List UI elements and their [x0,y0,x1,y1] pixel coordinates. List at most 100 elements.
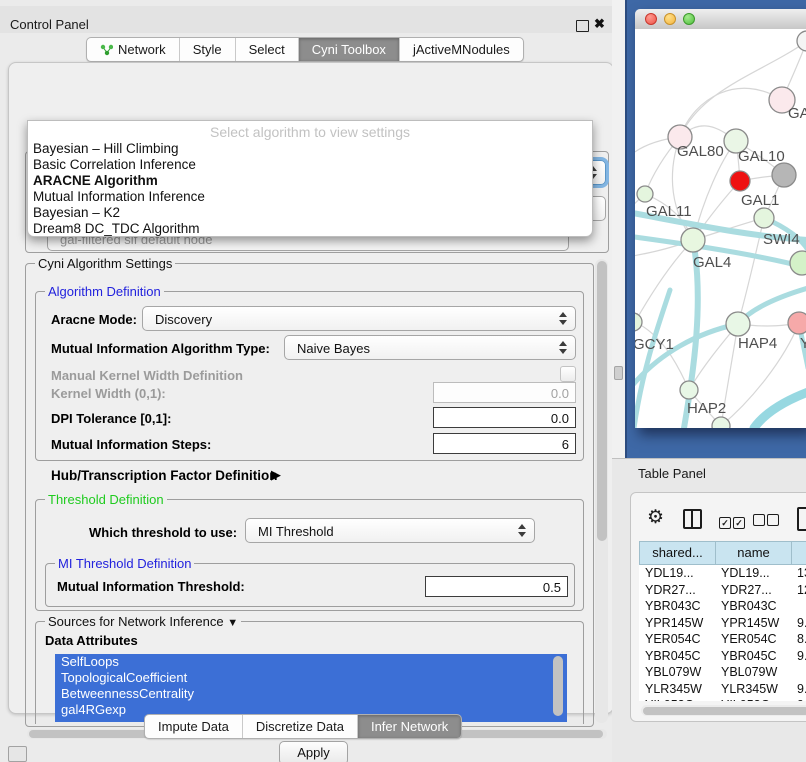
node-hap4[interactable] [726,312,750,336]
node-label-y: Y [800,335,806,352]
mi-steps-label: Mutual Information Steps: [51,437,211,452]
network-window-titlebar[interactable] [635,9,806,30]
attr-list-scrollbar[interactable] [552,655,564,721]
columns-icon[interactable] [683,509,702,529]
close-icon[interactable]: ✖ [594,16,605,32]
table-row[interactable]: YER054CYER054C8. [639,631,806,648]
node-label-swi4: SWI4 [763,231,800,248]
manual-kernel-label: Manual Kernel Width Definition [51,368,243,383]
tab-infer-network[interactable]: Infer Network [358,715,461,738]
mi-steps-field[interactable]: 6 [433,433,576,454]
table-row[interactable]: YDL19...YDL19...13 [639,565,806,582]
algorithm-item-dream8-dc-tdc-algorithm[interactable]: Dream8 DC_TDC Algorithm [33,221,200,236]
table-cell: 9. [791,681,806,698]
table-panel-title: Table Panel [638,466,706,481]
node-unlabeled[interactable] [730,171,750,191]
node-gal1[interactable] [754,208,774,228]
minimize-traffic-light-icon[interactable] [664,13,676,25]
tab-select[interactable]: Select [236,38,299,61]
node-gal11[interactable] [637,186,653,202]
settings-vertical-scrollbar[interactable] [595,259,608,723]
manual-kernel-checkbox[interactable] [560,366,576,382]
algorithm-item-aracne-algorithm[interactable]: ARACNE Algorithm [33,173,158,188]
minimized-panel-button[interactable] [8,746,27,762]
tab-discretize-data[interactable]: Discretize Data [243,715,358,738]
algorithm-popup: Select algorithm to view settings Bayesi… [27,120,593,237]
table-row[interactable]: YBL079WYBL079W [639,664,806,681]
node-gal4[interactable] [681,228,705,252]
algorithm-item-bayesian-hill-climbing[interactable]: Bayesian – Hill Climbing [33,141,179,156]
column-header-shared[interactable]: shared... [640,542,716,564]
algorithm-item-basic-correlation-inference[interactable]: Basic Correlation Inference [33,157,196,172]
control-panel-tab-bar: NetworkStyleSelectCyni Toolbox jActiveMNo… [86,37,524,62]
node-label-gal11: GAL11 [646,203,692,220]
tab-network[interactable]: Network [87,38,180,61]
float-window-icon[interactable] [576,20,589,32]
dpi-tolerance-label: DPI Tolerance [0,1]: [51,411,171,426]
data-attributes-label: Data Attributes [45,633,138,648]
dpi-tolerance-field[interactable]: 0.0 [433,407,576,428]
table-header-row[interactable]: shared...nameA [639,541,806,565]
data-attributes-list[interactable]: SelfLoopsTopologicalCoefficientBetweenne… [55,654,567,722]
data-attribute-item[interactable]: SelfLoops [55,654,567,670]
node-label-gal80: GAL80 [677,143,724,160]
data-attribute-item[interactable]: BetweennessCentrality [55,686,567,702]
node-label-hap2: HAP2 [687,400,726,417]
algorithm-definition-title: Algorithm Definition [45,284,164,299]
node-hap2[interactable] [680,381,698,399]
zoom-traffic-light-icon[interactable] [683,13,695,25]
apply-button[interactable]: Apply [279,741,348,762]
select-all-icon[interactable]: ✓✓ [719,513,747,531]
table-row[interactable]: YLR345WYLR345W9. [639,681,806,698]
node-label-gal: GAL [788,105,806,122]
table-row[interactable]: YBR043CYBR043C [639,598,806,615]
which-threshold-combo[interactable]: MI Threshold [245,518,535,543]
hub-section-label[interactable]: Hub/Transcription Factor Definition [51,468,278,483]
node-y[interactable] [788,312,806,334]
table-row[interactable]: YIL052CYIL052C9. [639,697,806,701]
table-cell: YDR27... [639,582,715,599]
tab-style[interactable]: Style [180,38,236,61]
function-icon[interactable] [797,507,806,531]
expand-arrow-icon[interactable]: ▶ [271,467,281,483]
node-label-gal10: GAL10 [738,148,785,165]
table-row[interactable]: YDR27...YDR27...12 [639,582,806,599]
tab-label: Infer Network [371,719,448,734]
tab-jactivemnodules[interactable]: jActiveMNodules [400,38,523,61]
network-canvas[interactable]: GALGAL80GAL10GAL1GAL11SWI4GAL4GCY1HAP4YH… [635,29,806,428]
tab-label: Impute Data [158,719,229,734]
node-unlabeled[interactable] [772,163,796,187]
node-gcy1[interactable] [635,313,642,331]
mi-algorithm-type-combo[interactable]: Naive Bayes [284,335,576,360]
panel-divider[interactable] [612,0,625,458]
close-traffic-light-icon[interactable] [645,13,657,25]
sources-group-title[interactable]: Sources for Network Inference ▼ [45,614,241,629]
table-cell: YDL19... [639,565,715,582]
table-row[interactable]: YBR045CYBR045C9. [639,648,806,665]
column-header-a[interactable]: A [792,542,806,564]
aracne-mode-combo[interactable]: Discovery [142,306,576,331]
tab-label: jActiveMNodules [413,42,510,57]
node-swi4[interactable] [790,251,806,275]
table-horizontal-scrollbar[interactable] [641,705,806,716]
tab-impute-data[interactable]: Impute Data [145,715,243,738]
table-row[interactable]: YPR145WYPR145W9. [639,615,806,632]
algorithm-item-bayesian-k2[interactable]: Bayesian – K2 [33,205,120,220]
mi-threshold-field[interactable]: 0.5 [425,576,568,597]
table-cell: YLR345W [715,681,791,698]
data-attribute-item[interactable]: TopologicalCoefficient [55,670,567,686]
tab-cyni-toolbox[interactable]: Cyni Toolbox [299,38,400,61]
node-label-gal1: GAL1 [741,192,779,209]
node-unlabeled[interactable] [797,31,806,51]
kernel-width-field[interactable]: 0.0 [433,382,576,403]
node-table[interactable]: shared...nameA YDL19...YDL19...13YDR27..… [639,541,806,701]
collapse-arrow-icon[interactable]: ▼ [227,617,238,629]
algorithm-item-mutual-information-inference[interactable]: Mutual Information Inference [33,189,205,204]
mi-threshold-label: Mutual Information Threshold: [57,579,245,594]
column-header-name[interactable]: name [716,542,792,564]
gear-icon[interactable]: ⚙ [647,506,664,529]
splitter-handle-icon[interactable] [614,366,623,380]
deselect-all-icon[interactable] [753,513,781,531]
network-view-window[interactable]: GALGAL80GAL10GAL1GAL11SWI4GAL4GCY1HAP4YH… [635,9,806,428]
table-cell: YBR045C [715,648,791,665]
